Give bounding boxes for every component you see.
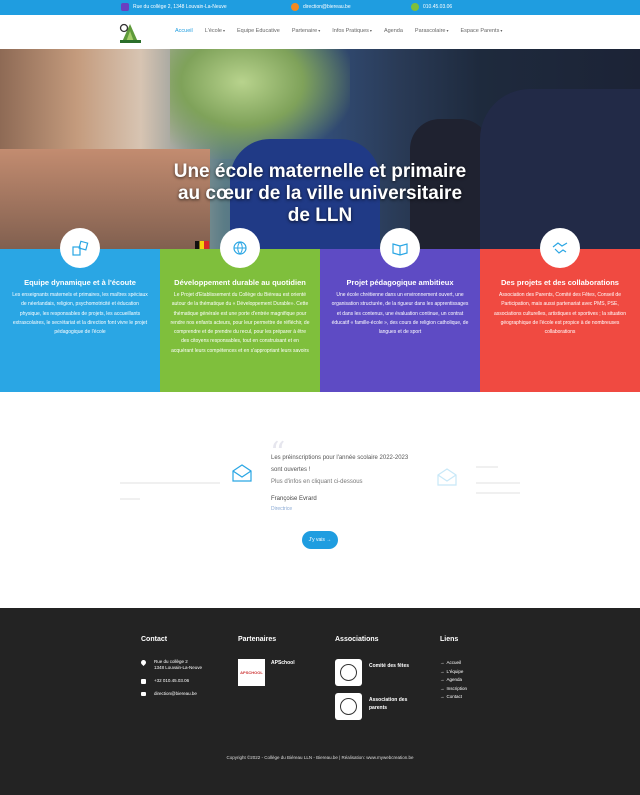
features-row: Equipe dynamique et à l'écoute Les ensei… bbox=[0, 228, 640, 392]
feature-title: Des projets et des collaborations bbox=[501, 278, 619, 287]
hero-title: Une école maternelle et primaire au cœur… bbox=[173, 161, 467, 226]
footer-address: Rue du collège 2 1348 Louvain-La-Neuve bbox=[139, 658, 203, 671]
previous-slide-ghost bbox=[120, 474, 230, 500]
book-icon bbox=[392, 243, 408, 256]
announcement-more: Plus d'infos en cliquant ci-dessous bbox=[271, 479, 363, 485]
phone-icon bbox=[141, 679, 146, 684]
feature-pedagogy: Projet pédagogique ambitieux Une école c… bbox=[320, 228, 480, 392]
footer-associations: Associations Comité des fêtes Associatio… bbox=[335, 636, 417, 727]
nav-parascolaire[interactable]: Parascolaire bbox=[415, 28, 449, 34]
footer-link-contact[interactable]: Contact bbox=[440, 693, 467, 702]
announcement-text: Les préinscriptions pour l'année scolair… bbox=[271, 455, 409, 473]
belgian-flag bbox=[195, 241, 209, 249]
feature-text: Association des Parents, Comité des Fête… bbox=[493, 292, 626, 336]
globe-icon bbox=[233, 241, 247, 255]
copyright: Copyright ©2022 - Collège du Biéreau LLN… bbox=[226, 755, 414, 760]
footer-link-agenda[interactable]: Agenda bbox=[440, 676, 467, 685]
phone-link[interactable]: 010.45.03.06 bbox=[423, 4, 452, 10]
send-icon bbox=[291, 3, 299, 11]
address-item: Rue du collège 2, 1348 Louvain-La-Neuve bbox=[121, 3, 227, 11]
envelope-icon bbox=[232, 464, 252, 482]
cta-label: J'y vais bbox=[308, 537, 325, 543]
footer-partners: Partenaires APSCHOOL APSchool bbox=[238, 636, 295, 686]
map-pin-icon bbox=[139, 658, 148, 667]
footer-phone-text[interactable]: +32 010.45.03.06 bbox=[154, 678, 189, 684]
home-icon bbox=[121, 3, 129, 11]
email-item[interactable]: direction@biereau.be bbox=[291, 3, 351, 11]
nav-agenda[interactable]: Agenda bbox=[384, 28, 403, 34]
feature-icon-circle bbox=[220, 228, 260, 268]
main-navigation: Accueil L'école Equipe Educative Partena… bbox=[0, 15, 640, 49]
nav-partenaire[interactable]: Partenaire bbox=[292, 28, 320, 34]
nav-equipe[interactable]: Equipe Educative bbox=[237, 28, 280, 34]
phone-icon bbox=[411, 3, 419, 11]
hero-slider[interactable]: Une école maternelle et primaire au cœur… bbox=[0, 49, 640, 249]
partner-apschool[interactable]: APSCHOOL APSchool bbox=[238, 659, 295, 686]
address-text: Rue du collège 2, 1348 Louvain-La-Neuve bbox=[133, 4, 227, 10]
feature-title: Projet pédagogique ambitieux bbox=[346, 278, 454, 287]
association-name[interactable]: Association des parents bbox=[369, 696, 417, 712]
envelope-icon-ghost bbox=[437, 468, 457, 486]
nav-menu: Accueil L'école Equipe Educative Partena… bbox=[175, 28, 514, 34]
nav-infos[interactable]: Infos Pratiques bbox=[332, 28, 372, 34]
feature-title: Développement durable au quotidien bbox=[174, 278, 306, 287]
feature-icon-circle bbox=[60, 228, 100, 268]
footer-link-equipe[interactable]: L'équipe bbox=[440, 668, 467, 677]
feature-icon-circle bbox=[540, 228, 580, 268]
feature-collaborations: Des projets et des collaborations Associ… bbox=[480, 228, 640, 392]
partner-name[interactable]: APSchool bbox=[271, 660, 295, 666]
nav-ecole[interactable]: L'école bbox=[205, 28, 225, 34]
mail-icon bbox=[141, 692, 146, 696]
footer-associations-title: Associations bbox=[335, 636, 379, 643]
footer-links-title: Liens bbox=[440, 636, 459, 643]
feature-text: Une école chrétienne dans un environneme… bbox=[331, 292, 469, 336]
school-logo[interactable] bbox=[118, 20, 143, 45]
author-name: Françoise Evrard bbox=[271, 496, 317, 502]
email-link[interactable]: direction@biereau.be bbox=[303, 4, 351, 10]
feature-team: Equipe dynamique et à l'écoute Les ensei… bbox=[0, 228, 160, 392]
address-line-2: 1348 Louvain-La-Neuve bbox=[154, 665, 203, 670]
footer-link-inscription[interactable]: Inscription bbox=[440, 685, 468, 694]
announcement-section: “ Les préinscriptions pour l'année scola… bbox=[0, 392, 640, 608]
jy-vais-button[interactable]: J'y vais → bbox=[302, 531, 338, 549]
feature-text: Les enseignants maternels et primaires, … bbox=[12, 292, 148, 336]
association-parents[interactable]: Association des parents bbox=[335, 693, 417, 720]
footer: Contact Rue du collège 2 1348 Louvain-La… bbox=[0, 608, 640, 795]
footer-link-accueil[interactable]: Accueil bbox=[440, 659, 467, 668]
hero-person-3 bbox=[480, 89, 640, 249]
comite-logo[interactable] bbox=[335, 659, 362, 686]
association-name[interactable]: Comité des fêtes bbox=[369, 662, 417, 670]
phone-item[interactable]: 010.45.03.06 bbox=[411, 3, 452, 11]
footer-phone[interactable]: +32 010.45.03.06 bbox=[141, 678, 202, 684]
author-role: Directrice bbox=[271, 506, 293, 512]
feature-title: Equipe dynamique et à l'écoute bbox=[24, 278, 136, 287]
footer-links: Liens Accueil L'équipe Agenda Inscriptio… bbox=[440, 636, 467, 702]
top-contact-bar: Rue du collège 2, 1348 Louvain-La-Neuve … bbox=[0, 0, 640, 15]
feature-text: Le Projet d'Etablissement du Collège du … bbox=[170, 292, 310, 354]
handshake-icon bbox=[552, 242, 568, 254]
parents-logo[interactable] bbox=[335, 693, 362, 720]
nav-accueil[interactable]: Accueil bbox=[175, 28, 193, 34]
nav-espace-parents[interactable]: Espace Parents bbox=[461, 28, 503, 34]
feature-sustainable: Développement durable au quotidien Le Pr… bbox=[160, 228, 320, 392]
footer-contact: Contact Rue du collège 2 1348 Louvain-La… bbox=[139, 636, 203, 704]
footer-email[interactable]: direction@biereau.be bbox=[141, 691, 202, 697]
apschool-logo[interactable]: APSCHOOL bbox=[238, 659, 265, 686]
footer-email-text[interactable]: direction@biereau.be bbox=[154, 691, 197, 697]
feature-icon-circle bbox=[380, 228, 420, 268]
footer-contact-title: Contact bbox=[141, 636, 168, 643]
blocks-icon bbox=[72, 240, 89, 256]
association-comite[interactable]: Comité des fêtes bbox=[335, 659, 417, 686]
footer-partners-title: Partenaires bbox=[238, 636, 277, 643]
apschool-logo-text: APSCHOOL bbox=[240, 670, 263, 675]
next-slide-ghost bbox=[476, 458, 536, 494]
